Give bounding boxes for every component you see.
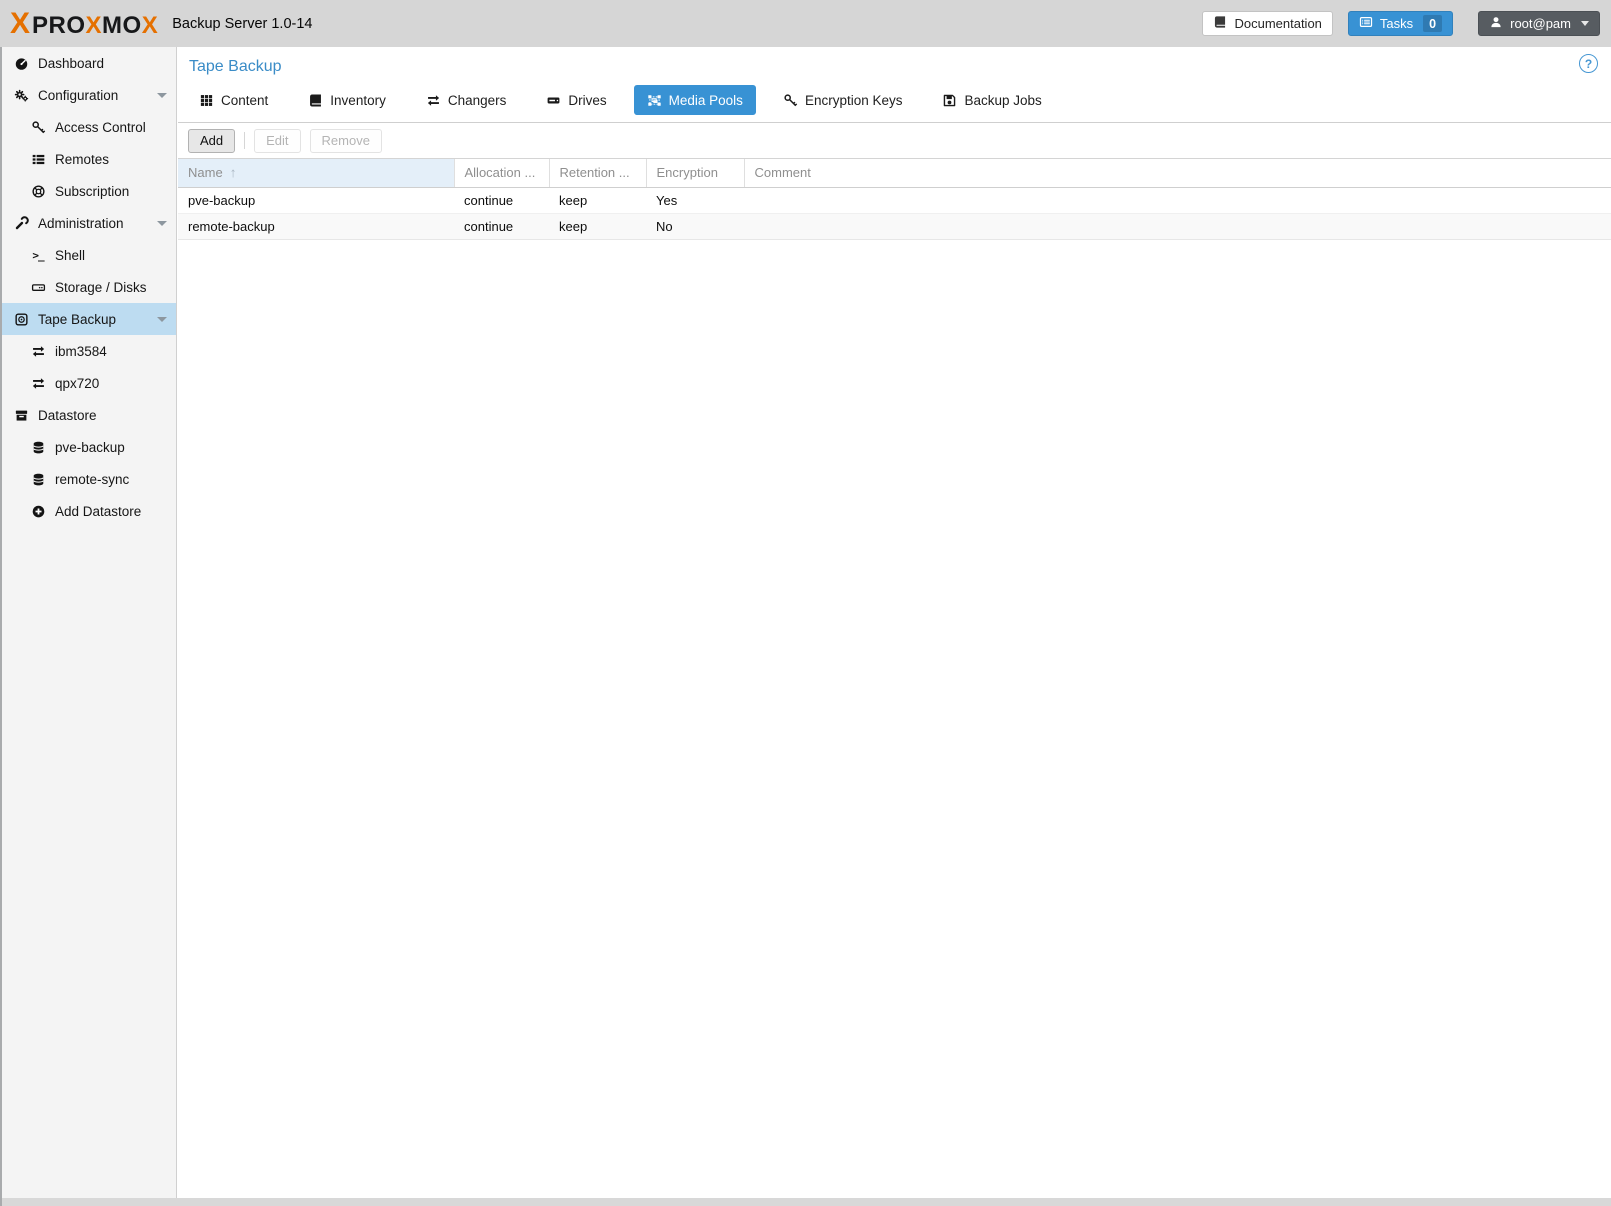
panel-title-row: Tape Backup ? xyxy=(178,47,1611,85)
help-icon[interactable]: ? xyxy=(1579,54,1598,73)
object-group-icon xyxy=(647,93,662,108)
window-bottom-edge xyxy=(0,1198,1611,1206)
sidebar-item-storage-disks[interactable]: Storage / Disks xyxy=(0,271,176,303)
collapse-arrow-icon[interactable] xyxy=(157,93,167,98)
documentation-button[interactable]: Documentation xyxy=(1202,11,1332,36)
sidebar-item-datastore[interactable]: Datastore xyxy=(0,399,176,431)
main-panel: Tape Backup ? Content Inventory Changers… xyxy=(178,47,1611,1198)
tab-content[interactable]: Content xyxy=(186,85,281,115)
table-header-row: Name↑ Allocation ... Retention ... Encry… xyxy=(178,159,1611,187)
collapse-arrow-icon[interactable] xyxy=(157,317,167,322)
page-title: Tape Backup xyxy=(189,58,282,76)
user-icon xyxy=(1489,15,1503,32)
grid-icon xyxy=(199,93,214,108)
sidebar-item-configuration[interactable]: Configuration xyxy=(0,79,176,111)
column-header-name[interactable]: Name↑ xyxy=(178,159,454,187)
tasks-button[interactable]: Tasks 0 xyxy=(1348,11,1453,36)
exchange-icon xyxy=(426,93,441,108)
column-header-comment[interactable]: Comment xyxy=(744,159,1611,187)
sidebar-item-tape-backup[interactable]: Tape Backup xyxy=(0,303,176,335)
logo-wordmark: PROXMOX xyxy=(32,12,158,40)
tab-bar: Content Inventory Changers Drives Media … xyxy=(178,85,1611,115)
sidebar-nav: Dashboard Configuration Access Control R… xyxy=(0,47,177,1198)
top-header-bar: X PROXMOX Backup Server 1.0-14 Documenta… xyxy=(0,0,1611,47)
proxmox-logo: X PROXMOX xyxy=(10,7,158,41)
sidebar-item-qpx720[interactable]: qpx720 xyxy=(0,367,176,399)
wrench-icon xyxy=(12,216,30,231)
save-icon xyxy=(942,93,957,108)
sidebar-item-subscription[interactable]: Subscription xyxy=(0,175,176,207)
list-icon xyxy=(29,152,47,167)
tasks-count-badge: 0 xyxy=(1423,15,1442,32)
hdd-icon xyxy=(29,280,47,295)
sidebar-item-add-datastore[interactable]: Add Datastore xyxy=(0,495,176,527)
toolbar-divider xyxy=(244,132,245,149)
tab-encryption-keys[interactable]: Encryption Keys xyxy=(770,85,916,115)
sort-ascending-icon: ↑ xyxy=(230,165,237,180)
cell-name: pve-backup xyxy=(178,187,454,213)
book-icon xyxy=(308,93,323,108)
column-header-retention[interactable]: Retention ... xyxy=(549,159,646,187)
product-version-title: Backup Server 1.0-14 xyxy=(172,16,312,32)
collapse-arrow-icon[interactable] xyxy=(157,221,167,226)
database-icon xyxy=(29,472,47,487)
cell-name: remote-backup xyxy=(178,213,454,239)
sidebar-item-access-control[interactable]: Access Control xyxy=(0,111,176,143)
sidebar-item-remotes[interactable]: Remotes xyxy=(0,143,176,175)
key-icon xyxy=(29,120,47,135)
cell-retention: keep xyxy=(549,213,646,239)
user-menu-button[interactable]: root@pam xyxy=(1478,11,1600,36)
tab-media-pools[interactable]: Media Pools xyxy=(634,85,756,115)
drive-icon xyxy=(546,93,561,108)
edit-button[interactable]: Edit xyxy=(254,129,300,153)
task-list-icon xyxy=(1359,15,1373,32)
cell-allocation: continue xyxy=(454,187,549,213)
exchange-icon xyxy=(29,344,47,359)
cell-retention: keep xyxy=(549,187,646,213)
column-header-encryption[interactable]: Encryption xyxy=(646,159,744,187)
media-pools-table: Name↑ Allocation ... Retention ... Encry… xyxy=(178,158,1611,240)
dashboard-icon xyxy=(12,56,30,71)
database-icon xyxy=(29,440,47,455)
terminal-icon: >_ xyxy=(29,249,47,262)
sidebar-item-pve-backup[interactable]: pve-backup xyxy=(0,431,176,463)
cell-comment xyxy=(744,187,1611,213)
chevron-down-icon xyxy=(1581,21,1589,26)
key-icon xyxy=(783,93,798,108)
logo-x-mark: X xyxy=(10,7,29,41)
book-icon xyxy=(1213,15,1227,32)
sidebar-item-remote-sync[interactable]: remote-sync xyxy=(0,463,176,495)
window-left-edge xyxy=(0,47,2,1206)
gears-icon xyxy=(12,88,30,103)
add-button[interactable]: Add xyxy=(188,129,235,153)
sidebar-item-dashboard[interactable]: Dashboard xyxy=(0,47,176,79)
cell-comment xyxy=(744,213,1611,239)
grid-toolbar: Add Edit Remove xyxy=(178,123,1611,158)
tab-drives[interactable]: Drives xyxy=(533,85,619,115)
exchange-icon xyxy=(29,376,47,391)
tab-inventory[interactable]: Inventory xyxy=(295,85,399,115)
sidebar-item-shell[interactable]: >_ Shell xyxy=(0,239,176,271)
cell-encryption: Yes xyxy=(646,187,744,213)
header-actions: Documentation Tasks 0 root@pam xyxy=(1202,11,1611,36)
cell-encryption: No xyxy=(646,213,744,239)
table-row-pve-backup[interactable]: pve-backup continue keep Yes xyxy=(178,187,1611,213)
life-ring-icon xyxy=(29,184,47,199)
remove-button[interactable]: Remove xyxy=(310,129,382,153)
app-window: X PROXMOX Backup Server 1.0-14 Documenta… xyxy=(0,0,1611,1206)
archive-box-icon xyxy=(12,408,30,423)
sidebar-item-ibm3584[interactable]: ibm3584 xyxy=(0,335,176,367)
tab-changers[interactable]: Changers xyxy=(413,85,520,115)
tab-backup-jobs[interactable]: Backup Jobs xyxy=(929,85,1054,115)
sidebar-item-administration[interactable]: Administration xyxy=(0,207,176,239)
plus-circle-icon xyxy=(29,504,47,519)
cell-allocation: continue xyxy=(454,213,549,239)
tape-icon xyxy=(12,312,30,327)
column-header-allocation[interactable]: Allocation ... xyxy=(454,159,549,187)
table-row-remote-backup[interactable]: remote-backup continue keep No xyxy=(178,213,1611,239)
